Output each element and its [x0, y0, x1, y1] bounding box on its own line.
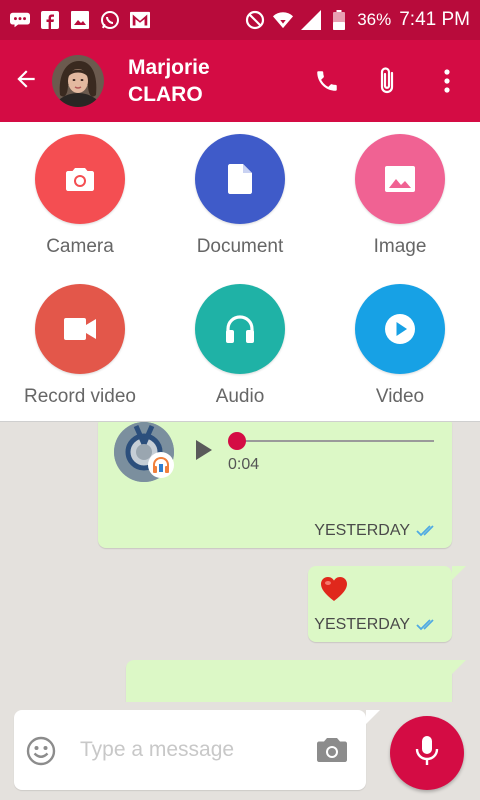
attach-audio-button[interactable]: Audio — [160, 272, 320, 422]
voice-message-bubble[interactable]: 0:04 YESTERDAY — [98, 422, 452, 548]
attach-label: Camera — [46, 236, 114, 257]
composer — [0, 702, 480, 800]
attach-camera-button[interactable]: Camera — [0, 122, 160, 272]
heart-icon — [320, 576, 348, 607]
attach-label: Document — [196, 236, 284, 257]
back-arrow-icon — [13, 66, 39, 97]
audio-seek-handle[interactable] — [228, 432, 246, 450]
image-icon — [355, 134, 445, 224]
whatsapp-icon — [100, 10, 120, 30]
headphones-badge-icon — [148, 452, 174, 478]
wifi-icon — [273, 10, 294, 30]
paperclip-icon[interactable] — [374, 67, 400, 94]
voice-duration: 0:04 — [228, 456, 260, 473]
attach-label: Video — [375, 386, 425, 407]
message-input-box[interactable] — [14, 710, 380, 790]
play-circle-icon — [355, 284, 445, 374]
chat-header: Marjorie CLARO — [0, 40, 480, 122]
contact-last-name: CLARO — [128, 83, 203, 106]
message-time: YESTERDAY — [314, 616, 410, 633]
double-check-icon — [416, 618, 438, 632]
camera-icon — [35, 134, 125, 224]
clock: 7:41 PM — [399, 9, 470, 30]
emoji-icon[interactable] — [26, 736, 56, 771]
battery-percent: 36% — [357, 10, 392, 29]
message-bubble[interactable] — [126, 660, 466, 702]
message-list[interactable]: 0:04 YESTERDAY YESTERDAY — [0, 422, 480, 702]
emoji-message-bubble[interactable]: YESTERDAY — [308, 566, 466, 642]
back-button[interactable] — [0, 40, 52, 122]
message-meta: YESTERDAY — [314, 616, 438, 634]
message-meta: YESTERDAY — [314, 522, 438, 540]
attach-video-button[interactable]: Video — [320, 272, 480, 422]
more-vert-icon[interactable] — [434, 68, 460, 94]
gmail-icon — [130, 10, 150, 30]
contact-avatar[interactable] — [52, 55, 104, 107]
document-icon — [195, 134, 285, 224]
double-check-icon — [416, 524, 438, 538]
attachment-menu: Camera Document Image Record video Audio… — [0, 122, 480, 422]
headphones-icon — [195, 284, 285, 374]
attach-label: Image — [373, 236, 427, 257]
message-time: YESTERDAY — [314, 522, 410, 539]
chat-bubble-icon — [10, 10, 30, 30]
status-bar: 36% 7:41 PM — [0, 0, 480, 40]
microphone-icon — [415, 735, 439, 772]
attach-image-button[interactable]: Image — [320, 122, 480, 272]
contact-first-name: Marjorie — [128, 56, 210, 79]
attach-document-button[interactable]: Document — [160, 122, 320, 272]
camera-icon[interactable] — [316, 736, 348, 769]
phone-icon[interactable] — [314, 68, 340, 94]
do-not-disturb-icon — [245, 10, 265, 30]
play-icon[interactable] — [194, 438, 214, 467]
message-input[interactable] — [80, 732, 300, 768]
attach-label: Record video — [24, 386, 136, 407]
facebook-icon — [40, 10, 60, 30]
gallery-icon — [70, 10, 90, 30]
attach-label: Audio — [215, 386, 265, 407]
battery-icon — [329, 10, 349, 30]
attach-record-video-button[interactable]: Record video — [0, 272, 160, 422]
signal-icon — [301, 10, 322, 30]
contact-name[interactable]: Marjorie CLARO — [128, 54, 210, 108]
record-voice-button[interactable] — [390, 716, 464, 790]
audio-seek-track[interactable] — [236, 440, 434, 442]
video-camera-icon — [35, 284, 125, 374]
